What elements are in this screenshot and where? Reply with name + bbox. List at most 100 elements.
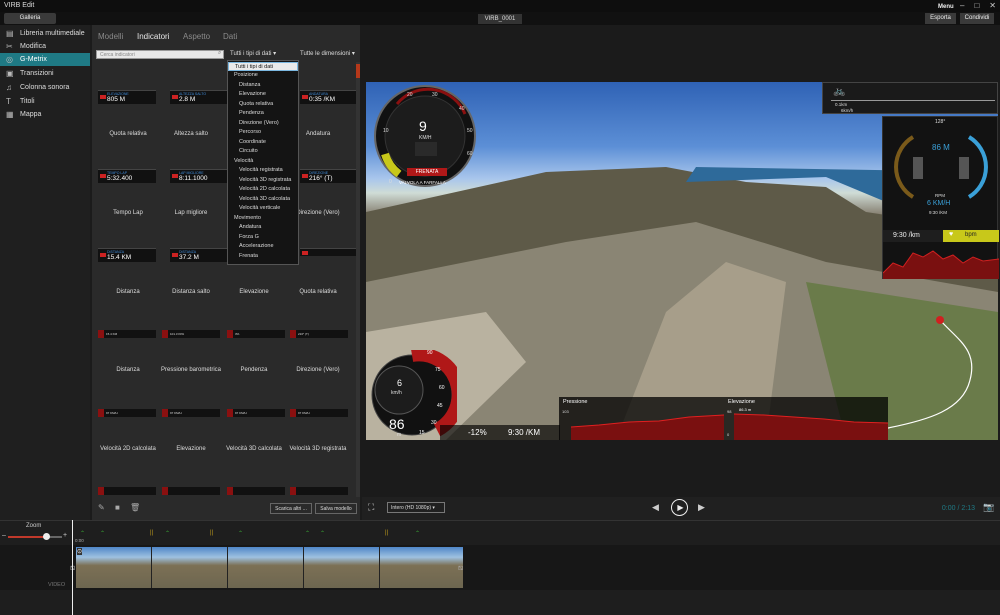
dropdown-item[interactable]: Frenata — [228, 252, 298, 261]
dashboard-pace-small: 9:30 /KM — [929, 210, 948, 215]
dropdown-item[interactable]: Distanza — [228, 81, 298, 90]
gauge-tile[interactable]: ALTEZZA SALTO 2.8 M — [170, 90, 228, 104]
dropdown-item[interactable]: Quota relativa — [228, 100, 298, 109]
panel-scrollbar[interactable] — [356, 62, 360, 497]
rpm-scale: 30 — [431, 420, 437, 426]
gauge-tile[interactable] — [300, 248, 356, 256]
dropdown-item[interactable]: Velocità verticale — [228, 204, 298, 213]
zoom-slider-knob[interactable] — [43, 533, 50, 540]
gauge-tile[interactable]: DISTANZA 37.2 M — [170, 248, 228, 262]
dropdown-item[interactable]: Andatura — [228, 223, 298, 232]
dropdown-item[interactable]: Circuito — [228, 147, 298, 156]
zoom-in-icon[interactable]: + — [63, 532, 67, 539]
speedometer-gauge: 9 KM/H 20 30 40 50 60 10 0 FRENATA VALVO… — [367, 84, 487, 188]
gauge-tile[interactable]: 97 KM/H — [98, 409, 156, 417]
dropdown-item[interactable]: Velocità 2D calcolata — [228, 185, 298, 194]
clip-divider — [151, 547, 152, 588]
quality-select[interactable]: Intero (HD 1080p) ▾ — [387, 502, 445, 513]
heart-icon: ♥ — [949, 231, 954, 238]
playhead[interactable] — [72, 520, 73, 615]
gauge-tile[interactable]: ANDATURA 0:35 /KM — [300, 90, 356, 104]
gauge-tile[interactable]: 97 KM/H — [290, 409, 348, 417]
clip-badge-icon: ⊙ — [77, 548, 83, 555]
sidebar-item-titles[interactable]: T Titoli — [0, 95, 90, 108]
pencil-icon[interactable]: ✎ — [98, 503, 105, 512]
gauge-tile[interactable]: LAP MIGLIORE 8:11.1000 — [170, 169, 228, 183]
gallery-button[interactable]: Galleria — [4, 13, 56, 24]
file-tab[interactable]: VIRB_0001 — [478, 14, 522, 24]
scrollbar-thumb[interactable] — [356, 64, 360, 78]
fullscreen-icon[interactable]: ⛶ — [368, 502, 374, 513]
stop-icon[interactable]: ■ — [115, 503, 120, 512]
play-button[interactable]: ▶ — [671, 499, 688, 516]
dropdown-group[interactable]: Movimento — [228, 214, 298, 223]
maximize-icon[interactable]: □ — [974, 1, 979, 10]
video-clip[interactable] — [76, 547, 463, 588]
close-icon[interactable]: ✕ — [989, 1, 996, 10]
camera-icon[interactable]: 📷 — [983, 502, 994, 513]
dropdown-group[interactable]: Posizione — [228, 71, 298, 80]
gauge-tile[interactable]: 101.3 KPA — [162, 330, 220, 338]
gauge-tile[interactable] — [290, 487, 348, 495]
dashboard-speed-kmh: 6 KM/H — [927, 200, 951, 207]
dropdown-item[interactable]: Accelerazione — [228, 242, 298, 251]
gauge-tile[interactable]: DISTANZA 15.4 KM — [98, 248, 156, 262]
data-type-select[interactable]: Tutti i tipi di dati ▾ — [228, 50, 296, 59]
dimension-select[interactable]: Tutte le dimensioni ▾ — [300, 50, 358, 59]
dropdown-group[interactable]: Velocità — [228, 157, 298, 166]
dropdown-item[interactable]: Velocità 3D calcolata — [228, 195, 298, 204]
gauge-tile[interactable]: 216° (T) — [290, 330, 348, 338]
gauge-tile[interactable]: 97 KM/H — [162, 409, 220, 417]
sidebar-item-gmetrix[interactable]: ◎ G-Metrix — [0, 53, 90, 66]
tab-gauges[interactable]: Indicatori — [137, 32, 169, 41]
save-template-button[interactable]: Salva modello — [315, 503, 357, 514]
sidebar-item-transitions[interactable]: ▣ Transizioni — [0, 67, 90, 80]
dropdown-item[interactable]: Pendenza — [228, 109, 298, 118]
sidebar-item-edit[interactable]: ✂ Modifica — [0, 40, 90, 53]
trim-handle-icon[interactable]: ⧅ — [458, 563, 463, 573]
share-button[interactable]: Condividi — [960, 13, 994, 24]
gauge-tile[interactable] — [227, 487, 285, 495]
sidebar-item-library[interactable]: ▤ Libreria multimediale — [0, 27, 90, 40]
sidebar-item-map[interactable]: ▦ Mappa — [0, 108, 90, 121]
trash-icon[interactable]: 🗑 — [130, 503, 140, 512]
clip-divider — [379, 547, 380, 588]
minimize-icon[interactable]: – — [960, 1, 964, 10]
search-icon[interactable]: ⌕ — [218, 50, 221, 57]
tab-appearance[interactable]: Aspetto — [183, 32, 210, 41]
gauge-tile[interactable]: DIREZIONE 216° (T) — [300, 169, 356, 183]
gauge-tile[interactable]: ELEVAZIONE 805 M — [98, 90, 156, 104]
gauge-tile[interactable] — [162, 487, 220, 495]
bike-icon: 🚲 — [833, 86, 846, 97]
zoom-out-icon[interactable]: – — [2, 532, 6, 539]
gauge-tile[interactable] — [98, 487, 156, 495]
tab-templates[interactable]: Modelli — [98, 32, 123, 41]
gauge-name: Lap migliore — [174, 210, 208, 216]
step-back-icon[interactable]: ◀ — [652, 502, 659, 513]
tab-data[interactable]: Dati — [223, 32, 237, 41]
search-input[interactable]: Cerca indicatori — [96, 50, 224, 59]
dropdown-item[interactable]: Tutti i tipi di dati — [228, 62, 298, 71]
dropdown-item[interactable]: Direzione (Vero) — [228, 119, 298, 128]
dropdown-item[interactable]: Forza G — [228, 233, 298, 242]
zoom-slider-fill — [8, 536, 46, 538]
menu-button[interactable]: Menu — [938, 4, 954, 10]
gauge-tile[interactable]: 97 KM/H — [227, 409, 285, 417]
rpm-scale: 45 — [437, 403, 443, 409]
dropdown-item[interactable]: Percorso — [228, 128, 298, 137]
sidebar-item-soundtrack[interactable]: ♫ Colonna sonora — [0, 81, 90, 94]
gauge-tile[interactable]: 15.4 KM — [98, 330, 156, 338]
dropdown-item[interactable]: Elevazione — [228, 90, 298, 99]
export-button[interactable]: Esporta — [925, 13, 956, 24]
step-forward-icon[interactable]: ▶ — [698, 502, 705, 513]
download-more-button[interactable]: Scarica altri ... — [270, 503, 312, 514]
dropdown-item[interactable]: Velocità registrata — [228, 166, 298, 175]
gauge-tile[interactable]: 3% — [227, 330, 285, 338]
gauge-name: Distanza — [116, 289, 140, 295]
gauge-tile[interactable]: TEMPO LAP 5:32.400 — [98, 169, 156, 183]
bike-icon — [302, 174, 308, 178]
dropdown-item[interactable]: Coordinate — [228, 138, 298, 147]
dropdown-item[interactable]: Velocità 3D registrata — [228, 176, 298, 185]
pace-value: 9:30 /KM — [508, 428, 541, 437]
pace-box: 9:30 /km — [883, 230, 943, 242]
